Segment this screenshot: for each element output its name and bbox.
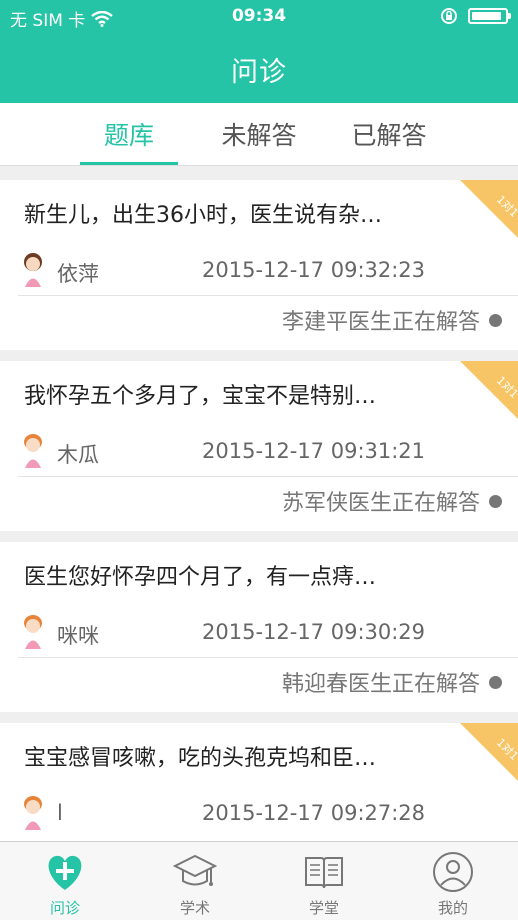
battery-icon [468, 8, 511, 24]
graduation-cap-icon [173, 854, 217, 886]
status-bar: 无 SIM 卡 09:34 [0, 0, 518, 34]
question-card[interactable]: 新生儿，出生36小时，医生说有杂… 1对1 依萍 2015-12-17 09:3… [0, 180, 518, 350]
question-list: 新生儿，出生36小时，医生说有杂… 1对1 依萍 2015-12-17 09:3… [0, 180, 518, 904]
bottom-nav: 问诊 学术 学堂 我的 [0, 841, 518, 920]
user-name: 木瓜 [57, 443, 99, 467]
answer-status: 韩迎春医生正在解答 [281, 672, 480, 697]
user-profile-icon [433, 852, 473, 892]
question-card[interactable]: 医生您好怀孕四个月了，有一点痔… 咪咪 2015-12-17 09:30:29 … [0, 542, 518, 712]
user-avatar-icon [24, 434, 42, 468]
one-on-one-ribbon: 1对1 [460, 361, 518, 419]
question-title: 医生您好怀孕四个月了，有一点痔… [24, 565, 377, 590]
divider [18, 476, 518, 477]
nav-consult[interactable]: 问诊 [25, 846, 105, 918]
status-dot-icon [489, 676, 502, 689]
user-avatar-icon [24, 615, 42, 649]
status-dot-icon [489, 495, 502, 508]
tab-unanswered[interactable]: 未解答 [210, 103, 308, 165]
question-title: 我怀孕五个多月了，宝宝不是特别… [24, 384, 377, 409]
one-on-one-ribbon: 1对1 [460, 723, 518, 781]
user-name: 咪咪 [57, 624, 99, 648]
nav-profile[interactable]: 我的 [413, 846, 493, 918]
status-dot-icon [489, 314, 502, 327]
question-title: 宝宝感冒咳嗽，吃的头孢克坞和臣… [24, 746, 377, 771]
question-title: 新生儿，出生36小时，医生说有杂… [24, 203, 382, 228]
question-time: 2015-12-17 09:30:29 [202, 620, 426, 644]
nav-label: 学堂 [308, 899, 339, 917]
question-time: 2015-12-17 09:31:21 [202, 439, 426, 463]
answer-status: 李建平医生正在解答 [281, 310, 480, 335]
question-time: 2015-12-17 09:27:28 [202, 801, 426, 825]
tab-bar: 题库 未解答 已解答 [0, 103, 518, 166]
tab-question-bank[interactable]: 题库 [80, 103, 178, 165]
nav-label: 学术 [179, 899, 210, 917]
one-on-one-ribbon: 1对1 [460, 180, 518, 238]
divider [18, 657, 518, 658]
user-avatar-icon [24, 253, 42, 287]
divider [18, 295, 518, 296]
app-header: 无 SIM 卡 09:34 问诊 [0, 0, 518, 103]
heart-plus-icon [48, 855, 82, 890]
battery-level-fill [472, 12, 501, 20]
answer-status: 苏军侠医生正在解答 [281, 491, 480, 516]
open-book-icon [305, 857, 343, 889]
user-name: l [57, 801, 63, 825]
nav-label: 我的 [437, 899, 468, 917]
user-avatar-icon [24, 796, 42, 830]
nav-classroom[interactable]: 学堂 [284, 846, 364, 918]
question-card[interactable]: 我怀孕五个多月了，宝宝不是特别… 1对1 木瓜 2015-12-17 09:31… [0, 361, 518, 531]
question-time: 2015-12-17 09:32:23 [202, 258, 426, 282]
nav-label: 问诊 [49, 899, 80, 917]
nav-academic[interactable]: 学术 [155, 846, 235, 918]
page-title: 问诊 [231, 57, 287, 88]
rotation-lock-icon [441, 8, 457, 24]
user-name: 依萍 [57, 262, 99, 286]
tab-answered[interactable]: 已解答 [340, 103, 438, 165]
